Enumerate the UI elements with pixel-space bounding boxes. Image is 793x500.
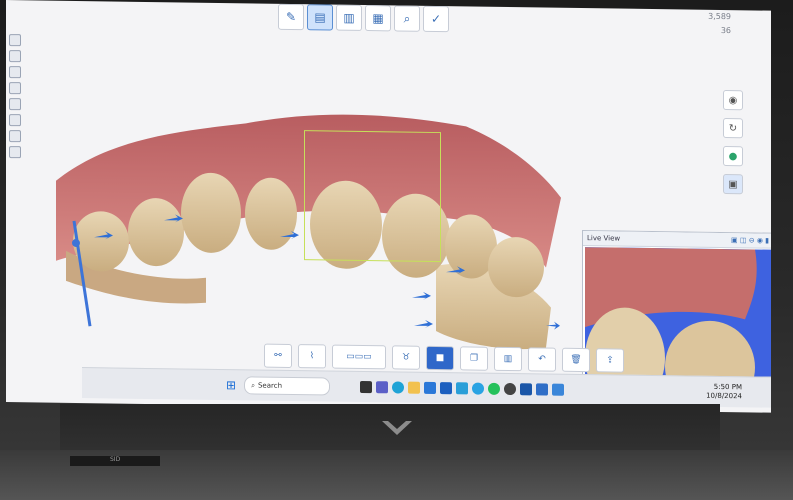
left-tool-rail [6,30,22,170]
rail-tool-4[interactable] [9,82,21,95]
delete-icon[interactable]: 🗑 [562,347,590,373]
folder-icon[interactable] [408,381,421,394]
check-icon[interactable]: ✓ [423,5,449,33]
scan-app-icon[interactable] [520,383,533,396]
photos-icon[interactable] [456,382,469,395]
tooth-4 [245,177,297,250]
teams-icon[interactable] [376,381,389,394]
layers-icon[interactable]: ▣ [723,174,743,195]
search-icon[interactable]: ⌕ [394,5,420,32]
task-view-icon[interactable] [360,380,373,394]
store-icon[interactable] [424,381,437,395]
mail-icon[interactable] [440,382,453,395]
edge-icon[interactable] [392,381,405,394]
search-icon: ⌕ [251,380,255,389]
trim-icon[interactable]: ⚯ [264,343,292,368]
mail-app-icon[interactable] [536,383,549,396]
keyboard-label-strip: SID [70,456,160,466]
system-clock[interactable]: 5:50 PM 10/8/2024 [706,383,742,402]
pencil-icon[interactable]: ✎ [278,3,304,31]
app-icon-2[interactable] [552,383,565,396]
rail-tool-5[interactable] [9,98,21,111]
stop-icon[interactable]: ■ [426,345,454,371]
right-toolbar: ◉ ↻ ● ▣ [723,90,743,195]
app-screen: ✎ ▤ ▥ ▦ ⌕ ✓ 3,589 36 ◉ ↻ ● ▣ Live View ▣… [6,0,771,413]
camera-icon[interactable]: ◉ [723,90,743,111]
rail-tool-6[interactable] [9,114,21,127]
copy-icon[interactable]: ❐ [460,346,488,371]
scan-region-box[interactable] [304,130,441,263]
arrow-marker[interactable] [412,291,431,300]
keyboard-label: SID [110,456,121,463]
brush-icon[interactable]: ⌇ [298,344,326,369]
slider-icon[interactable]: ▭▭▭ [332,344,386,370]
app-icon[interactable] [504,382,517,396]
scan-stats: 3,589 36 [708,10,731,38]
triangle-count: 3,589 [708,11,731,22]
rotate-icon[interactable]: ↻ [723,118,743,139]
live-view-header: Live View ▣ ◫ ⊖ ◉ ▮ [583,231,771,249]
rail-tool-2[interactable] [9,50,21,63]
color-icon[interactable]: ● [723,146,743,167]
taskbar-apps [360,380,565,396]
bite-icon[interactable]: ▦ [365,5,391,32]
rail-tool-3[interactable] [9,66,21,79]
fill-icon[interactable]: ▥ [494,346,522,372]
rail-tool-8[interactable] [9,146,21,159]
clock-date: 10/8/2024 [706,391,742,401]
rail-tool-1[interactable] [9,34,21,47]
taskbar-search[interactable]: ⌕ Search [244,376,331,396]
scan-upper-icon[interactable]: ▤ [307,4,333,31]
whatsapp-icon[interactable] [488,382,501,395]
live-view-controls: ▣ ◫ ⊖ ◉ ▮ [731,236,769,245]
taskbar-search-label: Search [257,381,283,390]
arrow-marker[interactable] [414,319,433,328]
windows-start-icon[interactable]: ⊞ [226,378,236,392]
rail-tool-7[interactable] [9,130,21,143]
bottom-toolbar: ⚯ ⌇ ▭▭▭ ♉ ■ ❐ ▥ ↶ 🗑 ⇪ [264,343,624,373]
scan-lower-icon[interactable]: ▥ [336,4,362,31]
shot-count: 36 [720,25,731,36]
tooth-icon[interactable]: ♉ [392,345,420,370]
laptop-logo-icon [382,421,412,435]
clock-time: 5:50 PM [713,382,742,392]
export-icon[interactable]: ⇪ [596,348,624,373]
top-toolbar: ✎ ▤ ▥ ▦ ⌕ ✓ [278,3,449,34]
undo-icon[interactable]: ↶ [528,347,556,372]
live-view-title: Live View [587,234,621,243]
telegram-icon[interactable] [472,382,485,395]
